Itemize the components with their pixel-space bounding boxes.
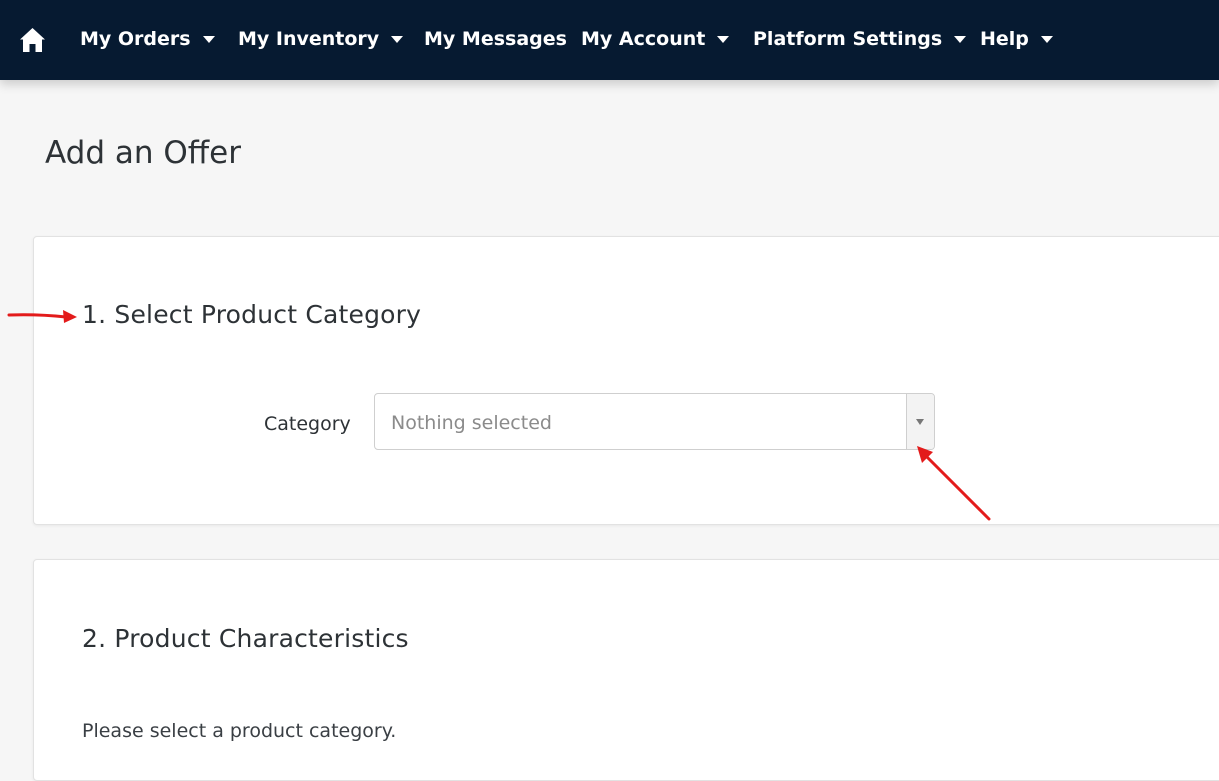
nav-item-help[interactable]: Help: [980, 26, 1053, 52]
section-title: 2. Product Characteristics: [82, 624, 409, 653]
home-icon[interactable]: [19, 27, 46, 53]
nav-item-label: Help: [980, 28, 1029, 50]
caret-down-icon: [954, 36, 967, 43]
nav-item-label: My Orders: [80, 28, 191, 50]
caret-down-icon: [916, 419, 924, 425]
category-select-value: Nothing selected: [391, 412, 552, 434]
section-title: 1. Select Product Category: [82, 300, 422, 329]
nav-item-platform-settings[interactable]: Platform Settings: [753, 26, 967, 52]
nav-item-label: Platform Settings: [753, 28, 943, 50]
nav-item-my-messages[interactable]: My Messages: [424, 26, 567, 52]
category-label: Category: [264, 413, 351, 435]
caret-down-icon: [1040, 36, 1053, 43]
top-navigation-bar: My Orders My Inventory My Messages My Ac…: [0, 0, 1219, 80]
caret-down-icon: [391, 36, 404, 43]
caret-down-icon: [717, 36, 730, 43]
select-category-card: 1. Select Product Category Category Noth…: [33, 236, 1219, 525]
nav-item-my-inventory[interactable]: My Inventory: [238, 26, 404, 52]
nav-item-label: My Messages: [424, 28, 567, 50]
caret-down-icon: [202, 36, 215, 43]
category-hint-text: Please select a product category.: [82, 720, 397, 742]
nav-item-my-orders[interactable]: My Orders: [80, 26, 215, 52]
nav-item-label: My Account: [581, 28, 706, 50]
nav-item-my-account[interactable]: My Account: [581, 26, 730, 52]
nav-item-label: My Inventory: [238, 28, 380, 50]
category-select[interactable]: Nothing selected: [374, 393, 935, 450]
product-characteristics-card: 2. Product Characteristics Please select…: [33, 559, 1219, 781]
page-title: Add an Offer: [45, 135, 241, 171]
category-select-toggle[interactable]: [906, 394, 934, 449]
